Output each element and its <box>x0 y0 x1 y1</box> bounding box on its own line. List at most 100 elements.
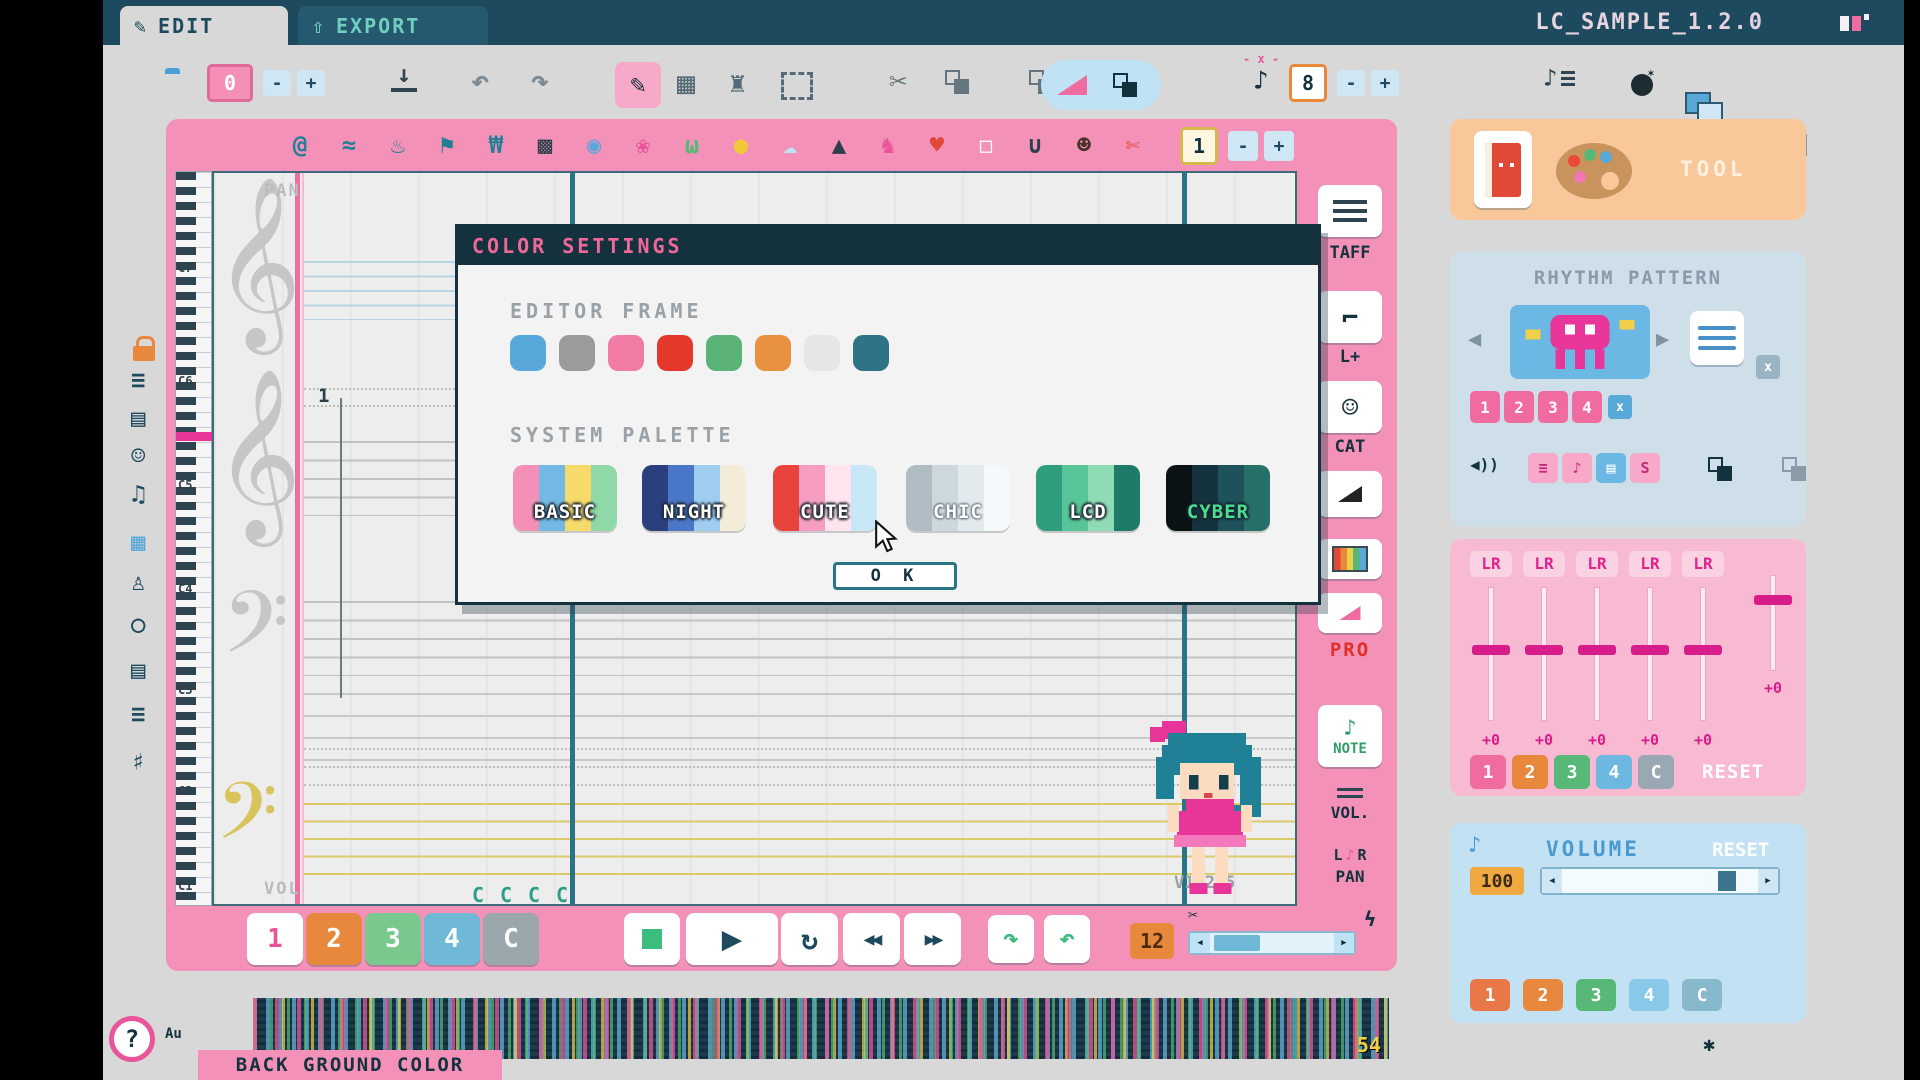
instrument-icon[interactable]: ● <box>719 125 763 165</box>
lock-button[interactable] <box>133 336 155 361</box>
staff-view-button[interactable] <box>1318 185 1382 237</box>
rail-notes-button[interactable]: ♫ <box>131 480 145 508</box>
frame-color-swatch[interactable] <box>559 335 595 371</box>
rhythm-copy-button[interactable] <box>1708 457 1732 481</box>
rail-voice-button[interactable]: ♙ <box>131 568 145 596</box>
mixer-track-1[interactable]: 1 <box>1470 755 1506 789</box>
ok-button[interactable]: O K <box>833 562 957 590</box>
chord-mark[interactable]: C <box>500 883 512 904</box>
manual-button[interactable] <box>1474 131 1532 208</box>
rail-rows-button[interactable]: ▤ <box>131 404 145 432</box>
grid-value-box[interactable]: 8 <box>1289 64 1327 102</box>
instrument-icon[interactable]: ◻ <box>964 125 1008 165</box>
rail-list-button[interactable]: ≡ <box>131 366 145 394</box>
save-button[interactable]: ↓ <box>391 62 417 92</box>
rhythm-pattern-preview[interactable] <box>1510 305 1650 379</box>
pan-mode-button[interactable]: L ♪ R <box>1318 843 1382 867</box>
mixer-track-4[interactable]: 4 <box>1596 755 1632 789</box>
rhythm-mode-list-button[interactable]: ≡ <box>1528 453 1558 483</box>
instrument-plus-button[interactable]: + <box>1264 131 1294 161</box>
palette-tool-icon[interactable] <box>1554 139 1638 203</box>
frame-color-swatch[interactable] <box>657 335 693 371</box>
slope-tool-icon[interactable] <box>1057 75 1087 95</box>
volume-left-arrow[interactable]: ◀ <box>1542 869 1562 893</box>
file-number-badge[interactable]: 0 <box>207 64 253 102</box>
frame-color-swatch[interactable] <box>706 335 742 371</box>
frame-color-swatch[interactable] <box>755 335 791 371</box>
image-tool-button[interactable]: ▦ <box>677 66 695 101</box>
track-button-c[interactable]: C <box>483 913 539 965</box>
play-button[interactable]: ▶ <box>686 913 778 965</box>
instrument-icon[interactable]: ☻ <box>1062 125 1106 165</box>
tab-export[interactable]: ⇧ EXPORT <box>298 6 488 45</box>
mixer-channel-label[interactable]: LR <box>1629 551 1671 577</box>
instrument-icon[interactable]: ∪ <box>1013 125 1057 165</box>
mixer-track-c[interactable]: C <box>1638 755 1674 789</box>
rail-sharp-button[interactable]: ♯ <box>131 748 145 776</box>
scroll-right-button[interactable]: ▶ <box>1334 933 1354 953</box>
volume-slider[interactable]: ◀ ▶ <box>1540 867 1780 895</box>
rhythm-list-button[interactable] <box>1690 311 1744 365</box>
rhythm-prev-arrow[interactable]: ◀ <box>1468 327 1481 352</box>
repeat-button[interactable]: ↷ <box>988 915 1034 963</box>
forward-button[interactable]: ▶▶ <box>904 913 961 965</box>
file-minus-button[interactable]: - <box>263 70 291 96</box>
palette-option-cute[interactable]: CUTE <box>773 465 877 531</box>
volume-track-2[interactable]: 2 <box>1523 979 1563 1011</box>
palette-option-lcd[interactable]: LCD <box>1036 465 1140 531</box>
instrument-number-box[interactable]: 1 <box>1180 127 1218 165</box>
master-slider-handle[interactable] <box>1754 595 1792 605</box>
rhythm-next-arrow[interactable]: ▶ <box>1656 327 1669 352</box>
rail-lines-button[interactable]: ≡ <box>131 700 145 728</box>
mixer-track-2[interactable]: 2 <box>1512 755 1548 789</box>
palette-option-chic[interactable]: CHIC <box>906 465 1010 531</box>
rhythm-step-1[interactable]: 1 <box>1470 391 1500 423</box>
volume-track-1[interactable]: 1 <box>1470 979 1510 1011</box>
volume-track-3[interactable]: 3 <box>1576 979 1616 1011</box>
frame-color-swatch[interactable] <box>510 335 546 371</box>
instrument-icon[interactable]: @ <box>278 125 322 165</box>
preview-speaker-icon[interactable]: ◀)) <box>1470 455 1499 474</box>
rewind-button[interactable]: ◀◀ <box>843 913 900 965</box>
pan-slider-handle[interactable] <box>1472 645 1510 655</box>
stamp-tool-button[interactable]: ♜ <box>729 66 746 99</box>
instrument-icon[interactable]: ☁ <box>768 125 812 165</box>
cat-mode-button[interactable]: ☺ <box>1318 381 1382 433</box>
dialog-titlebar[interactable]: COLOR SETTINGS <box>458 227 1318 265</box>
repeat-back-button[interactable]: ↶ <box>1044 915 1090 963</box>
loop-point-button[interactable]: ⌐ <box>1318 291 1382 343</box>
instrument-icon[interactable]: ω <box>670 125 714 165</box>
volume-track-4[interactable]: 4 <box>1629 979 1669 1011</box>
pan-slider-handle[interactable] <box>1631 645 1669 655</box>
clear-button[interactable]: ✶ <box>1631 66 1661 98</box>
frame-color-swatch[interactable] <box>853 335 889 371</box>
rhythm-list-close-button[interactable]: x <box>1756 355 1780 379</box>
pencil-tool-button[interactable]: ✎ <box>615 62 661 108</box>
pan-slider-handle[interactable] <box>1525 645 1563 655</box>
rhythm-mode-note-button[interactable]: ♪ <box>1562 453 1592 483</box>
slope-dark-button[interactable] <box>1318 471 1382 517</box>
select-tool-button[interactable] <box>781 72 813 100</box>
rail-table-button[interactable]: ▤ <box>131 656 145 684</box>
song-list-button[interactable]: ♪ <box>1543 64 1576 92</box>
mixer-channel-label[interactable]: LR <box>1470 551 1512 577</box>
copy-button[interactable] <box>945 70 969 94</box>
volume-slider-thumb[interactable] <box>1718 871 1736 891</box>
pan-slider-handle[interactable] <box>1684 645 1722 655</box>
mixer-channel-label[interactable]: LR <box>1523 551 1565 577</box>
volume-track-c[interactable]: C <box>1682 979 1722 1011</box>
scroll-left-button[interactable]: ◀ <box>1190 933 1210 953</box>
mixer-reset-button[interactable]: RESET <box>1702 761 1764 783</box>
instrument-icon[interactable]: ▲ <box>817 125 861 165</box>
star-icon[interactable]: ✱ <box>1703 1032 1715 1056</box>
chord-mark[interactable]: C <box>556 883 568 904</box>
volume-reset-button[interactable]: RESET <box>1712 839 1769 861</box>
instrument-icon[interactable]: ♞ <box>866 125 910 165</box>
track-button-1[interactable]: 1 <box>247 913 303 965</box>
volume-right-arrow[interactable]: ▶ <box>1758 869 1778 893</box>
rail-grid-button[interactable]: ▦ <box>131 528 145 556</box>
slope-pink-button[interactable] <box>1318 593 1382 633</box>
grid-plus-button[interactable]: + <box>1371 70 1399 96</box>
rhythm-mode-s-button[interactable]: S <box>1630 453 1660 483</box>
tab-edit[interactable]: ✎ EDIT <box>120 6 288 45</box>
